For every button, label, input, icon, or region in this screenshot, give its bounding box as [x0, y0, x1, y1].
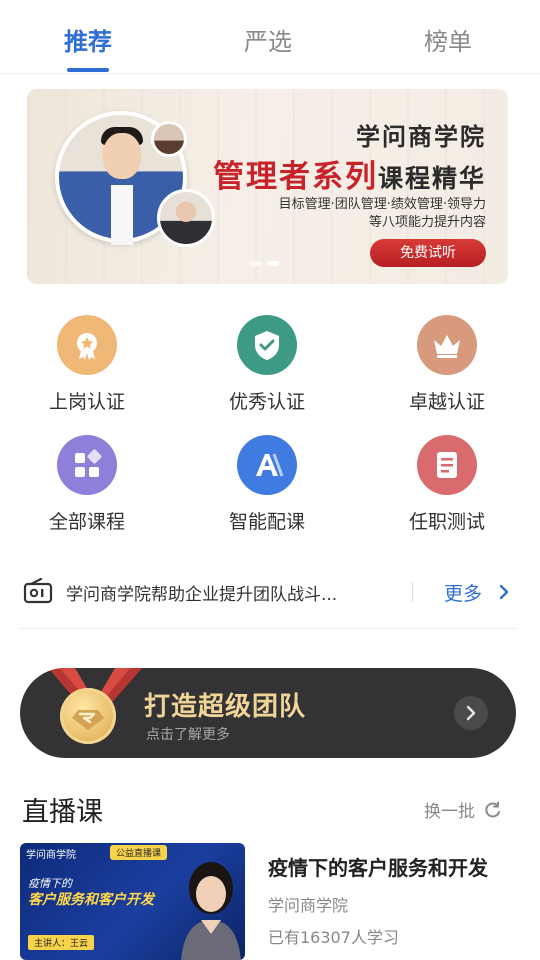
- active-tab-indicator: [67, 68, 109, 72]
- promo-banner[interactable]: 学问商学院 管理者系列课程精华 目标管理·团队管理·绩效管理·领导力 等八项能力…: [27, 89, 508, 284]
- grid-item-label: 卓越认证: [408, 391, 485, 413]
- thumbnail-org-label: 学问商学院: [26, 850, 76, 861]
- ai-icon: [237, 435, 297, 495]
- free-trial-button[interactable]: 免费试听: [370, 239, 486, 267]
- team-banner-subtitle: 点击了解更多: [146, 727, 230, 743]
- grid-item-label: 优秀认证: [228, 391, 305, 413]
- carousel-indicator: [249, 261, 279, 266]
- banner-title: 学问商学院: [356, 123, 486, 151]
- medal-icon: [60, 688, 116, 744]
- grid-item-label: 任职测试: [408, 511, 485, 533]
- chevron-right-icon[interactable]: [498, 583, 510, 601]
- radio-icon: [23, 578, 53, 604]
- grid-item-outstanding-cert[interactable]: 卓越认证: [382, 315, 512, 414]
- top-tab-bar: 推荐 严选 榜单: [0, 0, 540, 74]
- grid-item-smart-match[interactable]: 智能配课: [202, 435, 332, 534]
- grid-item-label: 智能配课: [228, 511, 305, 533]
- section-title-live: 直播课: [22, 797, 103, 828]
- section-divider: [20, 628, 516, 629]
- more-link[interactable]: 更多: [444, 579, 482, 606]
- grid-item-excellent-cert[interactable]: 优秀认证: [202, 315, 332, 414]
- banner-description-line1: 目标管理·团队管理·绩效管理·领导力: [278, 197, 486, 212]
- speaker-photo: [181, 862, 241, 960]
- announcement-text: 学问商学院帮助企业提升团队战斗...: [66, 585, 338, 605]
- crown-icon: [417, 315, 477, 375]
- course-title[interactable]: 疫情下的客户服务和开发: [268, 852, 488, 881]
- grid-icon: [57, 435, 117, 495]
- course-organization: 学问商学院: [268, 896, 349, 915]
- banner-subtitle-rest: 课程精华: [377, 164, 486, 193]
- refresh-label: 换一批: [424, 802, 475, 822]
- grid-item-label: 全部课程: [48, 511, 125, 533]
- shield-check-icon: [237, 315, 297, 375]
- refresh-icon: [485, 801, 501, 818]
- carousel-dot-active[interactable]: [267, 261, 279, 266]
- chevron-right-icon[interactable]: [454, 696, 488, 730]
- refresh-batch-button[interactable]: 换一批: [424, 797, 502, 822]
- document-icon: [417, 435, 477, 495]
- tab-recommend[interactable]: 推荐: [28, 22, 148, 57]
- speaker-label: 主讲人：王云: [28, 935, 95, 950]
- thumbnail-title-line2: 客户服务和客户开发: [28, 892, 154, 908]
- banner-subtitle-highlight: 管理者系列: [212, 159, 378, 195]
- grid-item-job-test[interactable]: 任职测试: [382, 435, 512, 534]
- grid-item-all-courses[interactable]: 全部课程: [22, 435, 152, 534]
- instructor-portrait-secondary: [157, 189, 215, 247]
- announcement-bar[interactable]: 学问商学院帮助企业提升团队战斗... 更多: [20, 570, 520, 614]
- tab-ranking[interactable]: 榜单: [388, 22, 508, 57]
- divider: [412, 582, 413, 602]
- grid-item-onboarding-cert[interactable]: 上岗认证: [22, 315, 152, 414]
- team-banner-title: 打造超级团队: [144, 692, 307, 722]
- grid-item-label: 上岗认证: [48, 391, 125, 413]
- banner-subtitle: 管理者系列课程精华: [213, 151, 486, 196]
- banner-description-line2: 等八项能力提升内容: [368, 215, 486, 230]
- public-live-badge: 公益直播课: [109, 845, 167, 860]
- course-learner-count: 已有16307人学习: [268, 928, 399, 947]
- tab-selected[interactable]: 严选: [208, 22, 328, 57]
- super-team-banner[interactable]: 打造超级团队 点击了解更多: [20, 668, 516, 758]
- carousel-dot[interactable]: [249, 261, 261, 266]
- badge-icon: [57, 315, 117, 375]
- instructor-portrait-small: [151, 121, 187, 157]
- course-thumbnail[interactable]: 学问商学院 公益直播课 疫情下的 客户服务和客户开发 主讲人：王云: [20, 843, 245, 960]
